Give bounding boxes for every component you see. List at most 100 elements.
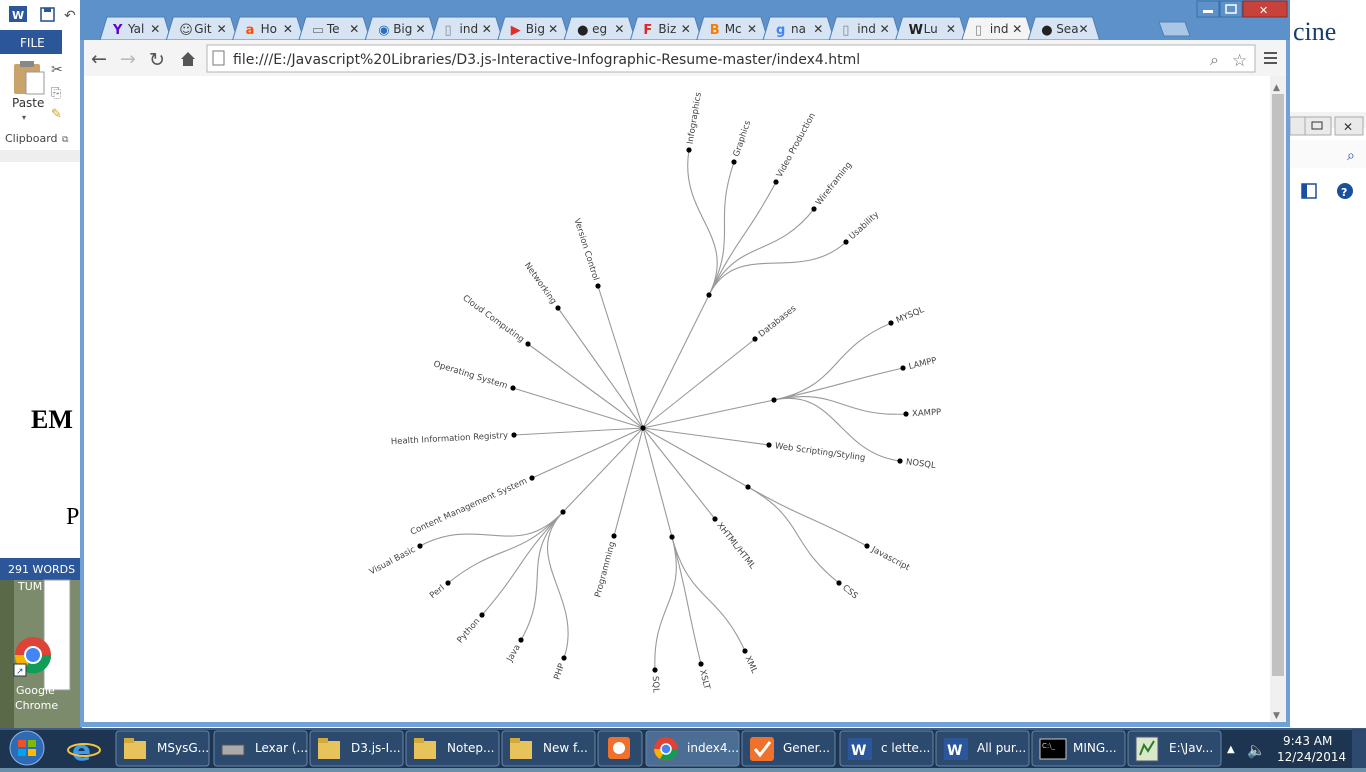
tab-close-icon[interactable]: ✕ — [880, 22, 890, 36]
tree-node[interactable] — [529, 475, 535, 481]
browser-tab-1[interactable]: Y Yal ✕ — [99, 16, 172, 41]
tree-node[interactable] — [479, 612, 485, 618]
menu-icon[interactable] — [1264, 52, 1277, 64]
tree-node[interactable] — [445, 580, 451, 586]
new-tab-button[interactable] — [1158, 21, 1191, 37]
word-app-icon[interactable]: W — [9, 6, 27, 22]
browser-tab-11[interactable]: g na ✕ — [762, 16, 835, 41]
tab-close-icon[interactable]: ✕ — [747, 22, 757, 36]
tree-node[interactable] — [771, 397, 777, 403]
tree-node[interactable] — [742, 648, 748, 654]
scrollbar[interactable]: ▲ ▼ — [1270, 76, 1286, 722]
forward-button[interactable]: → — [120, 48, 136, 70]
tree-node[interactable] — [773, 179, 779, 185]
taskbar-item-7[interactable]: index4... — [645, 730, 740, 767]
volume-icon[interactable]: 🔈 — [1247, 741, 1266, 759]
tab-close-icon[interactable]: ✕ — [1012, 22, 1022, 36]
tree-node[interactable] — [712, 516, 718, 522]
undo-icon[interactable]: ↶ — [64, 8, 76, 24]
format-painter-icon[interactable]: ✎ — [51, 107, 62, 122]
taskbar-item-2[interactable]: Lexar (... — [213, 730, 308, 767]
show-desktop-button[interactable] — [1352, 729, 1366, 768]
tree-node[interactable] — [510, 385, 516, 391]
browser-tab-12[interactable]: ▯ ind ✕ — [828, 16, 902, 41]
tree-node[interactable] — [900, 365, 906, 371]
clock-time[interactable]: 9:43 AM — [1283, 734, 1332, 748]
browser-tab-5[interactable]: ◉ Big ✕ — [364, 16, 438, 41]
tree-node[interactable] — [555, 305, 561, 311]
tree-root-node[interactable] — [640, 425, 646, 431]
tab-close-icon[interactable]: ✕ — [217, 22, 227, 36]
window-maximize-button[interactable] — [1219, 0, 1243, 18]
taskbar-item-9[interactable]: Wc lette... — [839, 730, 934, 767]
tree-node[interactable] — [611, 533, 617, 539]
taskbar-item-4[interactable]: Notep... — [405, 730, 500, 767]
tree-node[interactable] — [897, 458, 903, 464]
tree-node[interactable] — [836, 580, 842, 586]
paste-icon[interactable] — [14, 61, 45, 95]
tray-up-arrow[interactable]: ▲ — [1227, 744, 1235, 755]
browser-tab-10[interactable]: B Mc ✕ — [696, 16, 769, 41]
tree-node[interactable] — [518, 637, 524, 643]
search-icon-bg[interactable]: ⌕ — [1347, 148, 1355, 164]
tree-node[interactable] — [669, 534, 675, 540]
help-icon[interactable]: ? — [1337, 183, 1353, 199]
back-button[interactable]: ← — [91, 48, 107, 70]
window-close-button[interactable]: ✕ — [1242, 0, 1288, 18]
tree-node[interactable] — [561, 655, 567, 661]
tree-node[interactable] — [811, 206, 817, 212]
window-minimize-button[interactable] — [1196, 0, 1220, 18]
tree-node[interactable] — [843, 239, 849, 245]
tab-close-icon[interactable]: ✕ — [614, 22, 624, 36]
clock-date[interactable]: 12/24/2014 — [1277, 750, 1346, 764]
tree-node[interactable] — [698, 661, 704, 667]
tab-close-icon[interactable]: ✕ — [349, 22, 359, 36]
tab-close-icon[interactable]: ✕ — [416, 22, 426, 36]
tree-node[interactable] — [686, 147, 692, 153]
tab-close-icon[interactable]: ✕ — [283, 22, 293, 36]
tab-close-icon[interactable]: ✕ — [681, 22, 691, 36]
browser-tab-9[interactable]: F Biz ✕ — [629, 16, 703, 41]
copy-icon[interactable]: ⎘ — [51, 86, 61, 101]
word-count[interactable]: 291 WORDS — [8, 563, 75, 576]
cut-icon[interactable]: ✂ — [51, 62, 63, 78]
taskbar-item-6[interactable] — [597, 730, 643, 767]
tree-node[interactable] — [888, 320, 894, 326]
tree-node[interactable] — [417, 543, 423, 549]
taskbar-item-11[interactable]: C:\_ MING... — [1031, 730, 1126, 767]
tree-node[interactable] — [511, 432, 517, 438]
tree-node[interactable] — [766, 442, 772, 448]
url-text[interactable]: file:///E:/Javascript%20Libraries/D3.js-… — [233, 52, 860, 68]
bookmark-star-icon[interactable]: ☆ — [1232, 51, 1247, 71]
tab-close-icon[interactable]: ✕ — [150, 22, 160, 36]
taskbar-item-5[interactable]: New f... — [501, 730, 596, 767]
tree-node[interactable] — [525, 341, 531, 347]
taskbar-item-3[interactable]: D3.js-I... — [309, 730, 404, 767]
tab-close-icon[interactable]: ✕ — [813, 22, 823, 36]
taskbar-item-8[interactable]: Gener... — [741, 730, 836, 767]
browser-tab-2[interactable]: ☺ Git ✕ — [165, 16, 239, 41]
zoom-search-icon[interactable]: ⌕ — [1210, 50, 1219, 69]
reload-button[interactable]: ↻ — [149, 49, 165, 71]
tree-node[interactable] — [903, 411, 909, 417]
start-button[interactable] — [9, 730, 45, 766]
browser-tab-15[interactable]: ● Sea ✕ — [1027, 16, 1101, 41]
paste-label[interactable]: Paste — [12, 96, 44, 110]
tree-node[interactable] — [595, 283, 601, 289]
tree-node[interactable] — [864, 543, 870, 549]
dialog-launcher-icon[interactable]: ⧉ — [62, 135, 69, 145]
close-button-bg[interactable]: ✕ — [1334, 116, 1364, 136]
browser-tab-6[interactable]: ▯ ind ✕ — [430, 16, 504, 41]
tab-close-icon[interactable]: ✕ — [482, 22, 492, 36]
tree-node[interactable] — [652, 667, 658, 673]
tab-close-icon[interactable]: ✕ — [946, 22, 956, 36]
taskbar-item-12[interactable]: E:\Jav... — [1127, 730, 1222, 767]
browser-tab-3[interactable]: a Ho ✕ — [231, 16, 305, 41]
browser-tab-13[interactable]: W Lu ✕ — [894, 16, 968, 41]
browser-tab-14[interactable]: ▯ ind ✕ — [961, 16, 1034, 41]
tab-close-icon[interactable]: ✕ — [1079, 22, 1089, 36]
browser-tab-4[interactable]: ▭ Te ✕ — [298, 16, 371, 41]
tab-close-icon[interactable]: ✕ — [548, 22, 558, 36]
tree-node[interactable] — [706, 292, 712, 298]
taskbar-item-10[interactable]: W All pur... — [935, 730, 1030, 767]
